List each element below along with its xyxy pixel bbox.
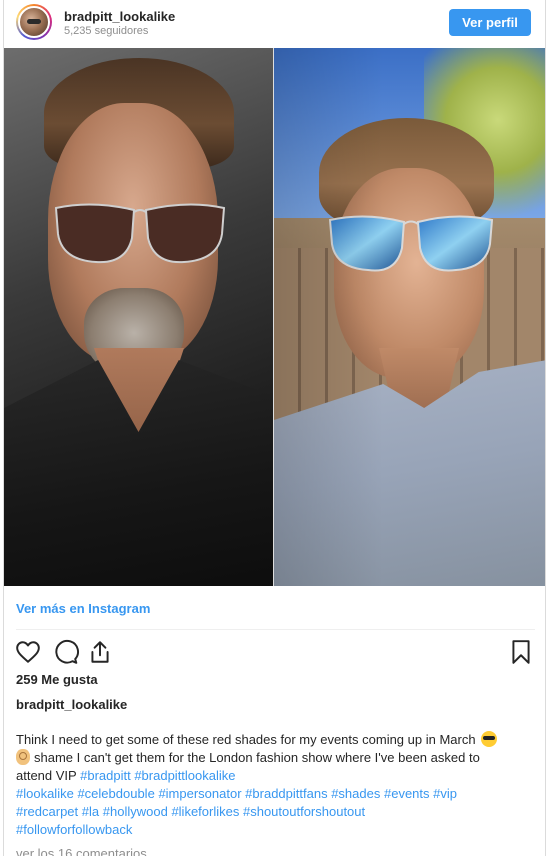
caption-username[interactable]: bradpitt_lookalike [16, 697, 127, 712]
caption-text-part: Think I need to get some of these red sh… [16, 732, 476, 747]
username[interactable]: bradpitt_lookalike [64, 9, 175, 24]
shadow-overlay [274, 48, 545, 586]
hashtag-link[interactable]: #vip [433, 786, 457, 801]
lookalike-selfie [274, 48, 545, 586]
celebrity-photo [4, 48, 273, 586]
caption-line: #redcarpet #la #hollywood #likeforlikes … [16, 803, 535, 821]
share-icon[interactable] [86, 638, 114, 666]
instagram-embed-card: bradpitt_lookalike 5,235 seguidores Ver … [3, 0, 546, 856]
divider [16, 629, 535, 630]
sunglasses-emoji-icon [481, 731, 498, 747]
like-count[interactable]: 259 Me gusta [16, 672, 98, 687]
view-comments-link[interactable]: ver los 16 comentarios [16, 846, 147, 856]
hashtag-link[interactable]: #shades [331, 786, 380, 801]
hashtag-link[interactable]: #celebdouble [77, 786, 154, 801]
caption-line: shame I can't get them for the London fa… [16, 749, 535, 767]
view-profile-button[interactable]: Ver perfil [449, 9, 531, 36]
caption-text: Think I need to get some of these red sh… [16, 731, 535, 839]
comment-icon[interactable] [52, 638, 80, 666]
caption-line: Think I need to get some of these red sh… [16, 731, 535, 749]
follower-count: 5,235 seguidores [64, 25, 149, 37]
post-image[interactable] [4, 48, 545, 586]
hashtag-link[interactable]: #hollywood [103, 804, 168, 819]
hashtag-link[interactable]: #braddpittfans [245, 786, 327, 801]
hashtag-link[interactable]: #bradpittlookalike [134, 768, 235, 783]
hashtag-link[interactable]: #shoutoutforshoutout [243, 804, 365, 819]
hashtag-link[interactable]: #lookalike [16, 786, 74, 801]
hashtag-link[interactable]: #impersonator [158, 786, 241, 801]
hashtag-link[interactable]: #events [384, 786, 430, 801]
hashtag-link[interactable]: #bradpitt [80, 768, 131, 783]
bookmark-icon[interactable] [507, 638, 535, 666]
avatar-image [18, 6, 50, 38]
post-header: bradpitt_lookalike 5,235 seguidores Ver … [4, 0, 545, 44]
caption-text-part: shame I can't get them for the London fa… [34, 750, 480, 765]
caption-text-part: attend VIP [16, 768, 77, 783]
caption-line: #followforfollowback [16, 821, 535, 839]
hashtag-link[interactable]: #likeforlikes [171, 804, 239, 819]
hashtag-link[interactable]: #redcarpet [16, 804, 78, 819]
caption-line: attend VIP #bradpitt #bradpittlookalike [16, 767, 535, 785]
caption-line: #lookalike #celebdouble #impersonator #b… [16, 785, 535, 803]
sunglasses-shape [54, 203, 226, 264]
heart-icon[interactable] [14, 638, 42, 666]
hashtag-link[interactable]: #followforfollowback [16, 822, 132, 837]
ok-hand-emoji-icon [16, 749, 30, 765]
see-more-instagram-link[interactable]: Ver más en Instagram [16, 601, 150, 616]
avatar[interactable] [16, 4, 52, 40]
hashtag-link[interactable]: #la [82, 804, 99, 819]
action-bar [4, 636, 545, 668]
